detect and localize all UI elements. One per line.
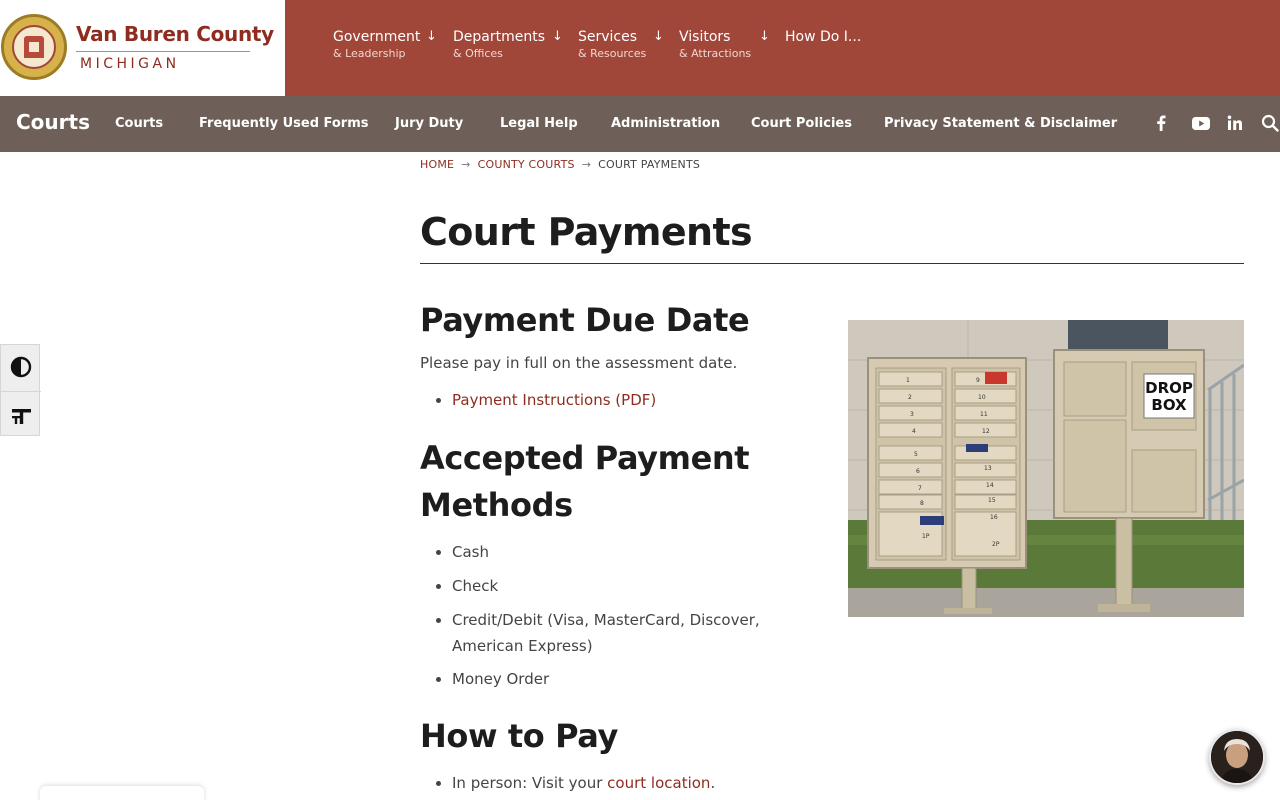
svg-text:BOX: BOX (1151, 396, 1187, 414)
svg-text:6: 6 (916, 468, 920, 475)
list-item: In person: Visit your court location. (452, 770, 715, 796)
svg-text:7: 7 (918, 485, 922, 492)
logo-area[interactable]: Van Buren County MICHIGAN (0, 0, 285, 96)
subnav-link-jury-duty[interactable]: Jury Duty (395, 116, 463, 131)
svg-text:14: 14 (986, 482, 994, 489)
court-location-link[interactable]: court location (607, 774, 710, 792)
search-icon[interactable] (1259, 112, 1280, 134)
font-size-button[interactable] (1, 391, 41, 436)
arrow-down-icon[interactable]: ↓ (426, 29, 437, 44)
due-date-links: Payment Instructions (PDF) (432, 387, 656, 413)
heading-payment-due-date: Payment Due Date (420, 301, 750, 339)
svg-text:15: 15 (988, 497, 996, 504)
contrast-toggle-button[interactable] (1, 345, 41, 390)
nav-item-how-do-i[interactable]: How Do I... (785, 28, 861, 46)
svg-text:2: 2 (908, 394, 912, 401)
breadcrumb: HOME → COUNTY COURTS → COURT PAYMENTS (420, 158, 700, 171)
facebook-icon[interactable] (1150, 112, 1172, 134)
list-item: Payment Instructions (PDF) (452, 387, 656, 413)
breadcrumb-current: COURT PAYMENTS (598, 158, 701, 171)
subnav-link-administration[interactable]: Administration (611, 116, 720, 131)
svg-text:DROP: DROP (1145, 379, 1193, 397)
subnav-link-court-policies[interactable]: Court Policies (751, 116, 852, 131)
svg-text:9: 9 (976, 377, 980, 384)
assistant-portrait-icon (1211, 731, 1263, 783)
nav-item-government[interactable]: Government & Leadership (333, 28, 420, 62)
svg-text:5: 5 (914, 451, 918, 458)
svg-text:10: 10 (978, 394, 986, 401)
top-header: Van Buren County MICHIGAN Government & L… (0, 0, 1280, 96)
breadcrumb-separator: → (461, 158, 471, 171)
font-size-icon (12, 409, 31, 424)
list-item: Check (452, 573, 760, 599)
list-item: Credit/Debit (Visa, MasterCard, Discover… (452, 607, 760, 659)
subnav-title[interactable]: Courts (16, 110, 90, 134)
subnav-link-forms[interactable]: Frequently Used Forms (199, 116, 369, 131)
svg-text:1: 1 (906, 377, 910, 384)
nav-item-visitors[interactable]: Visitors & Attractions (679, 28, 751, 62)
arrow-down-icon[interactable]: ↓ (653, 29, 664, 44)
svg-text:13: 13 (984, 465, 992, 472)
nav-item-departments[interactable]: Departments & Offices (453, 28, 545, 62)
drop-box-photo: 1 2 3 4 5 6 7 8 1P 9 10 11 12 13 14 15 1… (848, 320, 1244, 617)
due-date-text: Please pay in full on the assessment dat… (420, 354, 738, 372)
subnav-link-courts[interactable]: Courts (115, 116, 163, 131)
heading-accepted-payment-methods: Accepted Payment Methods (420, 439, 750, 524)
svg-text:1P: 1P (922, 533, 930, 540)
bottom-popup-card[interactable] (40, 786, 204, 800)
svg-text:11: 11 (980, 411, 988, 418)
svg-text:2P: 2P (992, 541, 1000, 548)
svg-text:3: 3 (910, 411, 914, 418)
breadcrumb-separator: → (581, 158, 592, 171)
youtube-icon[interactable] (1190, 112, 1212, 134)
contrast-toggle-icon (10, 356, 32, 378)
courts-subnav: Courts Courts Frequently Used Forms Jury… (0, 96, 1280, 152)
arrow-down-icon[interactable]: ↓ (759, 29, 770, 44)
how-to-pay-list: In person: Visit your court location. (432, 770, 715, 796)
county-state: MICHIGAN (80, 56, 180, 72)
accessibility-tools (0, 344, 41, 436)
subnav-link-privacy[interactable]: Privacy Statement & Disclaimer (884, 116, 1117, 131)
page-title: Court Payments (420, 210, 753, 254)
payment-instructions-link[interactable]: Payment Instructions (PDF) (452, 391, 656, 409)
county-name[interactable]: Van Buren County (76, 22, 274, 46)
svg-text:8: 8 (920, 500, 924, 507)
subnav-link-legal-help[interactable]: Legal Help (500, 116, 578, 131)
svg-text:16: 16 (990, 514, 998, 521)
nav-item-services[interactable]: Services & Resources (578, 28, 646, 62)
chat-assistant-avatar[interactable] (1209, 729, 1265, 785)
svg-text:4: 4 (912, 428, 916, 435)
breadcrumb-county-courts[interactable]: COUNTY COURTS (478, 158, 575, 171)
heading-how-to-pay: How to Pay (420, 717, 618, 755)
svg-text:12: 12 (982, 428, 990, 435)
title-divider (420, 263, 1244, 264)
list-item: Money Order (452, 666, 760, 692)
breadcrumb-home[interactable]: HOME (420, 158, 454, 171)
payment-methods-list: Cash Check Credit/Debit (Visa, MasterCar… (432, 539, 760, 692)
logo-divider (76, 51, 250, 52)
list-item: Cash (452, 539, 760, 565)
linkedin-icon[interactable] (1224, 112, 1246, 134)
county-seal-icon (1, 14, 67, 80)
arrow-down-icon[interactable]: ↓ (552, 29, 563, 44)
